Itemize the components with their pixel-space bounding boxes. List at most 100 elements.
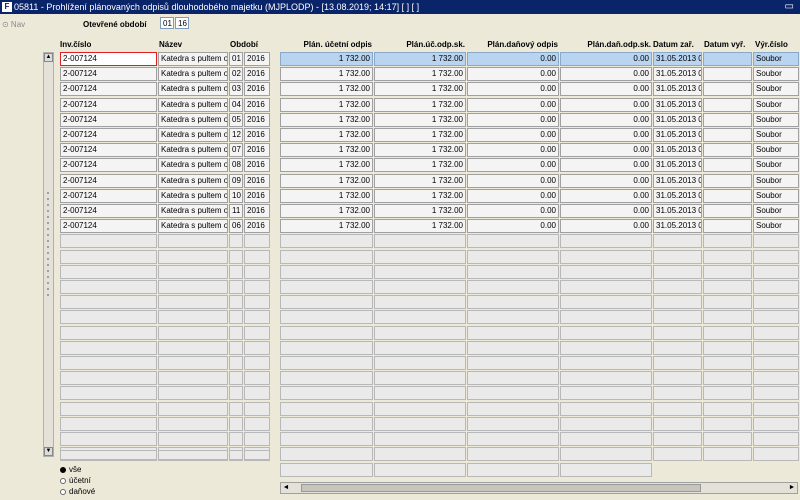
empty-cell[interactable] bbox=[560, 402, 652, 416]
empty-cell[interactable] bbox=[158, 341, 228, 355]
header-danovy-odpis-sk[interactable]: Plán.daň.odp.sk. bbox=[558, 40, 651, 49]
cell-inv-cislo[interactable]: 2-007124 bbox=[60, 128, 157, 142]
empty-cell[interactable] bbox=[244, 326, 270, 340]
empty-cell[interactable] bbox=[703, 402, 752, 416]
empty-cell[interactable] bbox=[244, 250, 270, 264]
cell-period-month[interactable]: 12 bbox=[229, 128, 243, 142]
cell-inv-cislo[interactable]: 2-007124 bbox=[60, 143, 157, 157]
empty-cell[interactable] bbox=[374, 326, 466, 340]
cell-nazev[interactable]: Katedra s pultem o bbox=[158, 158, 228, 172]
cell-nazev[interactable]: Katedra s pultem o bbox=[158, 82, 228, 96]
empty-cell[interactable] bbox=[280, 265, 373, 279]
empty-cell[interactable] bbox=[158, 356, 228, 370]
cell-vyrobni-cislo[interactable]: Soubor bbox=[753, 128, 799, 142]
cell-period-year[interactable]: 2016 bbox=[244, 67, 270, 81]
cell-ucetni-odpis[interactable]: 1 732.00 bbox=[280, 98, 373, 112]
empty-cell[interactable] bbox=[158, 432, 228, 446]
empty-cell[interactable] bbox=[60, 356, 157, 370]
empty-cell[interactable] bbox=[560, 432, 652, 446]
empty-cell[interactable] bbox=[467, 295, 559, 309]
empty-cell[interactable] bbox=[374, 234, 466, 248]
cell-ucetni-odpis[interactable]: 1 732.00 bbox=[280, 158, 373, 172]
cell-inv-cislo[interactable]: 2-007124 bbox=[60, 204, 157, 218]
cell-ucetni-odpis-sk[interactable]: 1 732.00 bbox=[374, 98, 466, 112]
header-ucetni-odpis-sk[interactable]: Plán.úč.odp.sk. bbox=[374, 40, 465, 49]
cell-ucetni-odpis-sk[interactable]: 1 732.00 bbox=[374, 189, 466, 203]
cell-vyrobni-cislo[interactable]: Soubor bbox=[753, 219, 799, 233]
empty-cell[interactable] bbox=[60, 280, 157, 294]
cell-danovy-odpis-sk[interactable]: 0.00 bbox=[560, 82, 652, 96]
cell-ucetni-odpis[interactable]: 1 732.00 bbox=[280, 143, 373, 157]
cell-datum-vyrazeni[interactable] bbox=[703, 219, 752, 233]
empty-cell[interactable] bbox=[753, 234, 799, 248]
scroll-up-icon[interactable]: ▲ bbox=[44, 53, 53, 62]
cell-inv-cislo[interactable]: 2-007124 bbox=[60, 52, 157, 66]
empty-cell[interactable] bbox=[753, 326, 799, 340]
cell-vyrobni-cislo[interactable]: Soubor bbox=[753, 204, 799, 218]
cell-inv-cislo[interactable]: 2-007124 bbox=[60, 98, 157, 112]
cell-datum-vyrazeni[interactable] bbox=[703, 174, 752, 188]
cell-datum-vyrazeni[interactable] bbox=[703, 98, 752, 112]
cell-ucetni-odpis-sk[interactable]: 1 732.00 bbox=[374, 82, 466, 96]
empty-cell[interactable] bbox=[280, 295, 373, 309]
cell-ucetni-odpis[interactable]: 1 732.00 bbox=[280, 52, 373, 66]
empty-cell[interactable] bbox=[560, 447, 652, 461]
empty-cell[interactable] bbox=[229, 386, 243, 400]
radio-vse[interactable]: vše bbox=[60, 465, 81, 475]
empty-cell[interactable] bbox=[703, 341, 752, 355]
empty-cell[interactable] bbox=[753, 417, 799, 431]
empty-cell[interactable] bbox=[653, 280, 702, 294]
cell-inv-cislo[interactable]: 2-007124 bbox=[60, 158, 157, 172]
empty-cell[interactable] bbox=[229, 310, 243, 324]
empty-cell[interactable] bbox=[467, 356, 559, 370]
cell-period-month[interactable]: 03 bbox=[229, 82, 243, 96]
cell-ucetni-odpis[interactable]: 1 732.00 bbox=[280, 204, 373, 218]
cell-period-month[interactable]: 05 bbox=[229, 113, 243, 127]
empty-cell[interactable] bbox=[60, 341, 157, 355]
header-inv-cislo[interactable]: Inv.číslo bbox=[60, 40, 91, 49]
cell-datum-zarazeni[interactable]: 31.05.2013 0 bbox=[653, 82, 702, 96]
empty-cell[interactable] bbox=[244, 402, 270, 416]
empty-cell[interactable] bbox=[60, 386, 157, 400]
cell-vyrobni-cislo[interactable]: Soubor bbox=[753, 143, 799, 157]
cell-datum-vyrazeni[interactable] bbox=[703, 189, 752, 203]
cell-vyrobni-cislo[interactable]: Soubor bbox=[753, 98, 799, 112]
cell-ucetni-odpis[interactable]: 1 732.00 bbox=[280, 189, 373, 203]
cell-inv-cislo[interactable]: 2-007124 bbox=[60, 67, 157, 81]
cell-danovy-odpis[interactable]: 0.00 bbox=[467, 82, 559, 96]
empty-cell[interactable] bbox=[244, 295, 270, 309]
empty-cell[interactable] bbox=[374, 402, 466, 416]
empty-cell[interactable] bbox=[753, 295, 799, 309]
empty-cell[interactable] bbox=[229, 326, 243, 340]
empty-cell[interactable] bbox=[653, 326, 702, 340]
empty-cell[interactable] bbox=[60, 250, 157, 264]
cell-period-month[interactable]: 02 bbox=[229, 67, 243, 81]
empty-cell[interactable] bbox=[229, 250, 243, 264]
empty-cell[interactable] bbox=[467, 371, 559, 385]
empty-cell[interactable] bbox=[60, 295, 157, 309]
cell-danovy-odpis-sk[interactable]: 0.00 bbox=[560, 128, 652, 142]
empty-cell[interactable] bbox=[374, 432, 466, 446]
empty-cell[interactable] bbox=[244, 356, 270, 370]
empty-cell[interactable] bbox=[280, 432, 373, 446]
empty-cell[interactable] bbox=[560, 234, 652, 248]
empty-cell[interactable] bbox=[653, 371, 702, 385]
cell-ucetni-odpis[interactable]: 1 732.00 bbox=[280, 174, 373, 188]
header-danovy-odpis[interactable]: Plán.daňový odpis bbox=[467, 40, 558, 49]
empty-cell[interactable] bbox=[560, 250, 652, 264]
empty-cell[interactable] bbox=[280, 310, 373, 324]
empty-cell[interactable] bbox=[753, 265, 799, 279]
cell-period-month[interactable]: 11 bbox=[229, 204, 243, 218]
cell-datum-zarazeni[interactable]: 31.05.2013 0 bbox=[653, 143, 702, 157]
cell-danovy-odpis-sk[interactable]: 0.00 bbox=[560, 98, 652, 112]
cell-datum-zarazeni[interactable]: 31.05.2013 0 bbox=[653, 67, 702, 81]
cell-ucetni-odpis[interactable]: 1 732.00 bbox=[280, 67, 373, 81]
empty-cell[interactable] bbox=[560, 386, 652, 400]
radio-danove[interactable]: daňové bbox=[60, 487, 95, 497]
empty-cell[interactable] bbox=[753, 310, 799, 324]
cell-datum-vyrazeni[interactable] bbox=[703, 113, 752, 127]
empty-cell[interactable] bbox=[703, 234, 752, 248]
cell-datum-zarazeni[interactable]: 31.05.2013 0 bbox=[653, 128, 702, 142]
cell-ucetni-odpis[interactable]: 1 732.00 bbox=[280, 113, 373, 127]
cell-nazev[interactable]: Katedra s pultem o bbox=[158, 219, 228, 233]
